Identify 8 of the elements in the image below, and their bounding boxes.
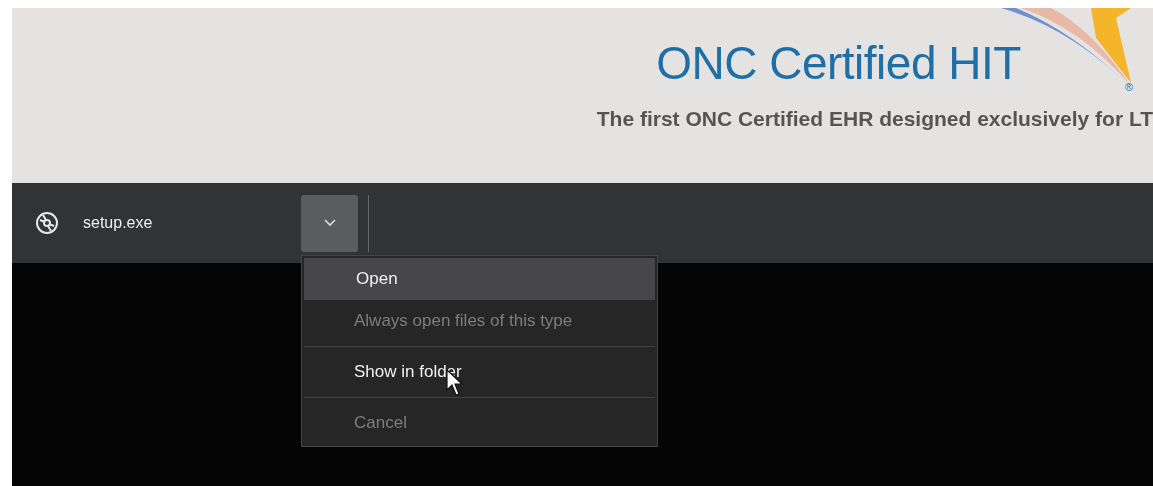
chevron-down-icon bbox=[323, 219, 336, 227]
disc-icon bbox=[35, 211, 59, 235]
registered-mark: ® bbox=[1124, 81, 1133, 93]
menu-item[interactable]: Open bbox=[304, 258, 655, 300]
menu-chevron-button[interactable] bbox=[301, 194, 358, 252]
tagline: The first ONC Certified EHR designed exclusively for LT bbox=[596, 107, 1153, 131]
logo-text: ONC Certified HIT bbox=[656, 36, 1021, 90]
file-name[interactable]: setup.exe bbox=[83, 214, 301, 232]
